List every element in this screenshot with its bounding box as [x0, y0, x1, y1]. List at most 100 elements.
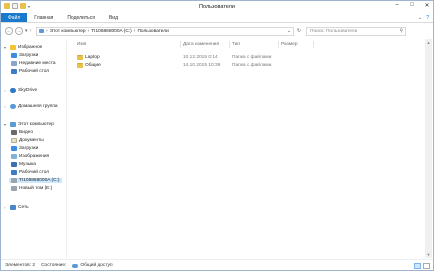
expand-icon[interactable]: ›	[4, 104, 8, 109]
refresh-button[interactable]: ↻	[294, 28, 304, 34]
row-date: 10.12.2015 0:14	[183, 55, 218, 60]
tab-home[interactable]: Главная	[27, 13, 60, 22]
nav-label: Избранное	[18, 45, 43, 50]
row-type: Папка с файлами	[232, 55, 272, 60]
nav-skydrive[interactable]: › SkyDrive	[4, 88, 37, 93]
state-label: Состояние:	[41, 263, 67, 268]
details-view-icon[interactable]	[414, 262, 421, 269]
breadcrumb-users[interactable]: Пользователи	[137, 29, 168, 34]
explorer-window: ▾ Пользователи – □ ✕ Файл Главная Подели…	[0, 0, 434, 271]
expand-icon[interactable]: ▾	[4, 122, 8, 127]
navigation-pane: ▾ Избранное Загрузки Недавние места Рабо…	[1, 39, 67, 258]
forward-button[interactable]: →	[15, 27, 23, 35]
row-type: Папка с файлами	[232, 63, 272, 68]
scroll-down-icon[interactable]: ▼	[425, 251, 432, 258]
help-icon[interactable]: ?	[426, 15, 429, 21]
row-name: Laptop	[85, 55, 100, 60]
state-value: Общий доступ	[80, 263, 113, 268]
column-header-type[interactable]: Тип	[232, 42, 240, 49]
drive-icon	[11, 178, 17, 183]
nav-label: SkyDrive	[18, 88, 38, 93]
minimize-button[interactable]: –	[393, 2, 401, 9]
nav-computer-desktop[interactable]: Рабочий стол	[11, 170, 49, 175]
up-button[interactable]: ↑	[30, 28, 33, 34]
nav-network[interactable]: › Сеть	[4, 205, 29, 210]
breadcrumb-separator-icon[interactable]: ›	[46, 28, 48, 34]
column-separator[interactable]	[278, 41, 279, 48]
nav-videos[interactable]: Видео	[11, 130, 33, 135]
share-state: Общий доступ	[72, 263, 113, 268]
search-input[interactable]: Поиск: Пользователи ⚲	[306, 26, 407, 36]
recent-locations-icon[interactable]: ▾	[25, 28, 28, 34]
tab-view[interactable]: Вид	[102, 13, 125, 22]
window-controls: – □ ✕	[393, 2, 431, 9]
nav-computer-downloads[interactable]: Загрузки	[11, 146, 38, 151]
expand-icon[interactable]: ›	[4, 205, 8, 210]
downloads-icon	[11, 146, 17, 151]
star-icon	[10, 45, 16, 50]
back-button[interactable]: ←	[5, 27, 13, 35]
recent-places-icon	[11, 61, 17, 66]
nav-label: Недавние места	[19, 61, 56, 66]
column-separator[interactable]	[313, 41, 314, 48]
expand-icon[interactable]: ›	[4, 88, 8, 93]
nav-recent-places[interactable]: Недавние места	[11, 61, 56, 66]
tab-file[interactable]: Файл	[1, 13, 28, 22]
videos-icon	[11, 130, 17, 135]
nav-drive-e[interactable]: Новый том (E:)	[11, 186, 52, 191]
address-dropdown-icon[interactable]: ⌄	[287, 29, 293, 34]
homegroup-icon	[10, 104, 16, 109]
ribbon-right: ⌄ ?	[418, 13, 433, 22]
nav-this-pc[interactable]: ▾ Этот компьютер	[4, 122, 54, 127]
address-row: ← → ▾ ↑ › Этот компьютер › TI106868000A …	[1, 24, 433, 38]
breadcrumb-separator-icon[interactable]: ›	[134, 28, 136, 34]
computer-icon	[10, 122, 16, 127]
large-icons-view-icon[interactable]	[423, 262, 430, 269]
nav-favorites[interactable]: ▾ Избранное	[4, 45, 42, 50]
nav-buttons: ← → ▾ ↑	[5, 27, 32, 35]
column-separator[interactable]	[229, 41, 230, 48]
nav-pictures[interactable]: Изображения	[11, 154, 49, 159]
table-row[interactable]: Laptop 10.12.2015 0:14 Папка с файлами	[73, 54, 413, 62]
nav-label: Изображения	[19, 154, 50, 159]
nav-drive-c[interactable]: TI106868000A (C:)	[9, 178, 62, 183]
row-name: Общие	[85, 63, 101, 68]
maximize-button[interactable]: □	[408, 2, 416, 9]
nav-label: Домашняя группа	[18, 104, 58, 109]
nav-music[interactable]: Музыка	[11, 162, 36, 167]
row-date: 14.10.2015 10:39	[183, 63, 221, 68]
column-header-size[interactable]: Размер	[281, 42, 298, 49]
ribbon-tabs: Файл Главная Поделиться Вид ⌄ ?	[1, 13, 433, 23]
nav-desktop[interactable]: Рабочий стол	[11, 69, 49, 74]
nav-label: Документы	[19, 138, 44, 143]
address-bar[interactable]: › Этот компьютер › TI106868000A (C:) › П…	[36, 26, 295, 36]
breadcrumb-computer[interactable]: Этот компьютер	[50, 29, 86, 34]
column-header-name[interactable]: Имя	[77, 42, 86, 49]
nav-downloads[interactable]: Загрузки	[11, 53, 38, 58]
nav-documents[interactable]: Документы	[11, 138, 44, 143]
column-header-date[interactable]: Дата изменения	[183, 42, 219, 49]
table-row[interactable]: Общие 14.10.2015 10:39 Папка с файлами	[73, 62, 413, 70]
close-button[interactable]: ✕	[423, 2, 431, 9]
status-bar: Элементов: 2 Состояние: Общий доступ	[1, 259, 433, 271]
column-separator[interactable]	[180, 41, 181, 48]
tab-share[interactable]: Поделиться	[60, 13, 102, 22]
nav-homegroup[interactable]: › Домашняя группа	[4, 104, 58, 109]
row-name-cell: Общие	[77, 63, 101, 68]
music-icon	[11, 162, 17, 167]
search-icon: ⚲	[399, 28, 404, 34]
scroll-up-icon[interactable]: ▲	[425, 39, 432, 46]
vertical-scrollbar[interactable]: ▲ ▼	[425, 39, 432, 258]
row-name-cell: Laptop	[77, 55, 100, 60]
nav-label: Этот компьютер	[18, 122, 54, 127]
expand-ribbon-icon[interactable]: ⌄	[418, 15, 422, 21]
nav-label: Рабочий стол	[19, 170, 50, 175]
computer-icon	[39, 29, 45, 33]
expand-icon[interactable]: ▾	[4, 45, 8, 50]
desktop-icon	[11, 170, 17, 175]
people-icon	[72, 263, 79, 268]
breadcrumb-separator-icon[interactable]: ›	[88, 28, 90, 34]
folder-icon	[77, 63, 83, 68]
breadcrumb-drive[interactable]: TI106868000A (C:)	[91, 29, 132, 34]
search-placeholder: Поиск: Пользователи	[310, 28, 358, 34]
